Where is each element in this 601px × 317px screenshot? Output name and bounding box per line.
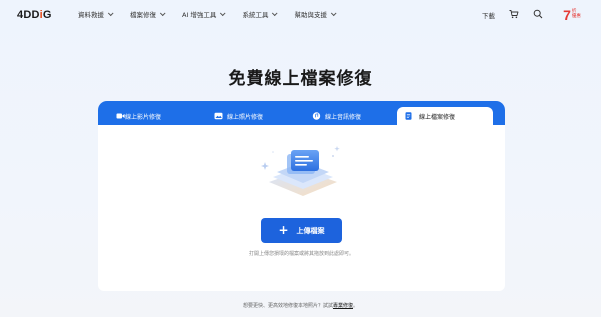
upload-file-button[interactable]: + 上傳檔案 bbox=[261, 218, 342, 243]
download-link[interactable]: 下載 bbox=[482, 10, 495, 20]
footer-note: 想要更快、更高效地修復本地照片？試試專業修復。 bbox=[242, 303, 359, 309]
file-stack-illustration bbox=[261, 146, 340, 196]
nav-item-file-repair[interactable]: 檔案修復 bbox=[130, 9, 166, 19]
upload-hint: 打開上傳您損壞的檔案或將其拖放到此處即可。 bbox=[248, 251, 354, 257]
audio-icon bbox=[312, 112, 321, 120]
pro-repair-link[interactable]: 專業修復 bbox=[333, 303, 353, 309]
chevron-down-icon bbox=[220, 10, 226, 17]
chevron-down-icon bbox=[330, 10, 337, 17]
tab-video-repair[interactable]: 線上影片修復 bbox=[98, 107, 196, 125]
promo-badge[interactable]: 7 折 優惠 bbox=[556, 5, 588, 25]
search-icon[interactable] bbox=[533, 9, 543, 19]
repair-tabs: 線上影片修復 線上照片修復 線上音訊修復 線上檔案修復 bbox=[98, 107, 505, 125]
brand-logo[interactable]: 4DDiG bbox=[17, 9, 52, 21]
nav-item-help[interactable]: 幫助與支援 bbox=[294, 9, 337, 19]
page-title: 免費線上檔案修復 bbox=[228, 69, 373, 89]
top-header: 4DDiG 資料救援 檔案修復 AI 增強工具 系統工具 幫助與支援 下載 7 … bbox=[0, 0, 601, 30]
plus-icon: + bbox=[278, 223, 289, 237]
tab-photo-repair[interactable]: 線上照片修復 bbox=[196, 107, 294, 125]
main-nav: 資料救援 檔案修復 AI 增強工具 系統工具 幫助與支援 bbox=[78, 9, 337, 19]
file-icon bbox=[405, 112, 412, 120]
nav-item-data-recovery[interactable]: 資料救援 bbox=[78, 9, 114, 19]
tab-file-repair[interactable]: 線上檔案修復 bbox=[397, 107, 493, 125]
nav-item-system-tools[interactable]: 系統工具 bbox=[242, 9, 278, 19]
cart-icon[interactable] bbox=[509, 9, 519, 19]
tab-audio-repair[interactable]: 線上音訊修復 bbox=[294, 107, 392, 125]
chevron-down-icon bbox=[272, 10, 278, 17]
photo-icon bbox=[214, 112, 223, 120]
nav-item-ai-tools[interactable]: AI 增強工具 bbox=[182, 9, 226, 19]
chevron-down-icon bbox=[159, 10, 166, 17]
video-icon bbox=[116, 113, 125, 119]
chevron-down-icon bbox=[107, 10, 114, 17]
